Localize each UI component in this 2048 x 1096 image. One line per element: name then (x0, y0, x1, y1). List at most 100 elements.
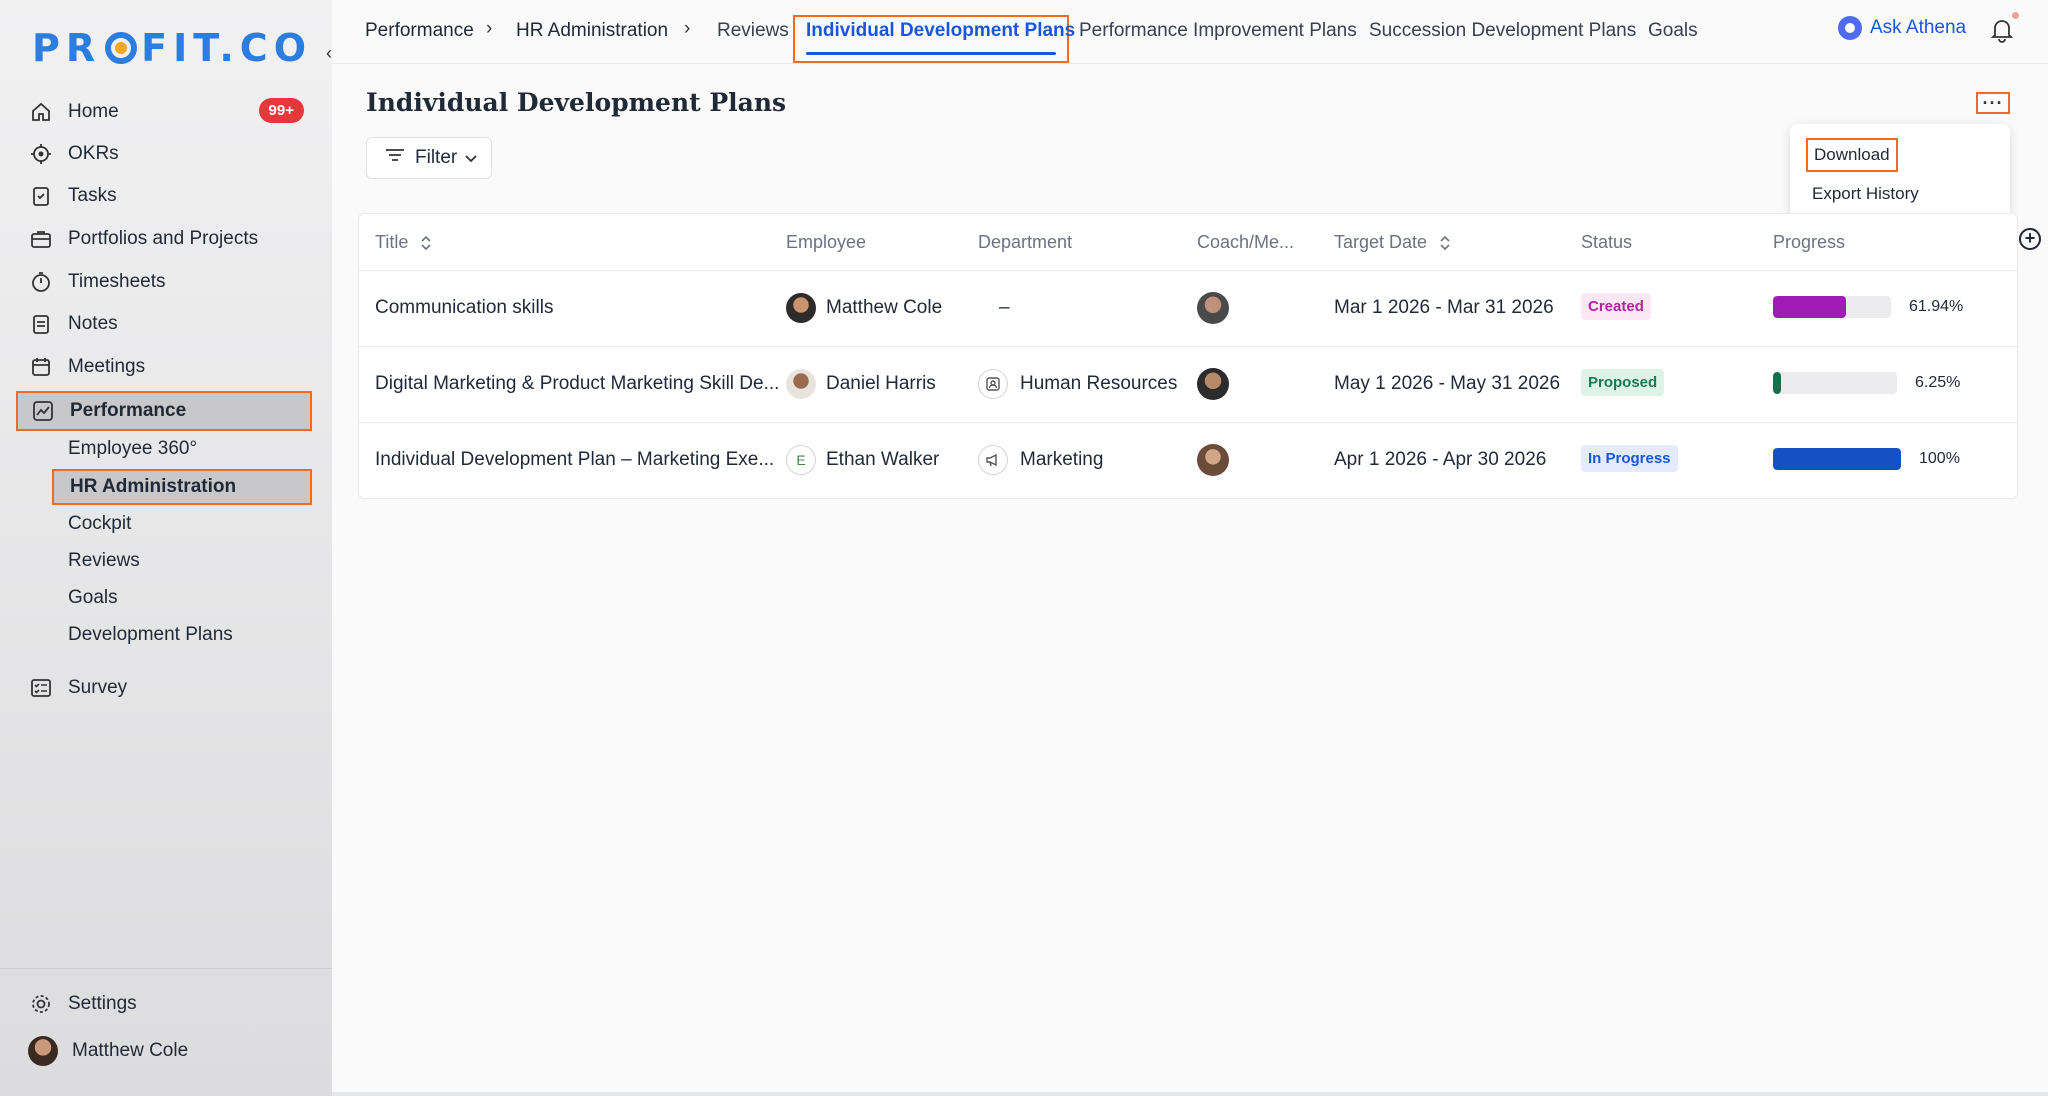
profit-co-logo[interactable]: PR FIT.CO (32, 26, 312, 70)
row-status: In Progress (1581, 445, 1678, 472)
sidebar-subitem-hr-administration[interactable]: HR Administration (52, 469, 312, 505)
progress-bar (1773, 296, 1891, 318)
development-plans-table: Title Employee Department Coach/Me... Ta… (358, 213, 2041, 499)
logo-o-icon (105, 32, 138, 64)
stopwatch-icon (30, 271, 52, 293)
employee-avatar (786, 369, 816, 399)
logo-text-left: PR (32, 26, 102, 70)
menu-item-export-history[interactable]: Export History (1812, 184, 1919, 204)
chevron-down-icon (465, 147, 477, 169)
row-title[interactable]: Communication skills (375, 297, 553, 319)
breadcrumb-performance[interactable]: Performance (365, 20, 474, 42)
row-title[interactable]: Digital Marketing & Product Marketing Sk… (375, 373, 779, 395)
row-status: Proposed (1581, 369, 1665, 396)
sidebar-item-okrs[interactable]: OKRs (16, 134, 312, 174)
filter-button[interactable]: Filter (366, 137, 492, 179)
target-icon (30, 143, 52, 165)
row-coach (1197, 292, 1229, 324)
department-name: Marketing (1020, 449, 1104, 470)
column-header-coach: Coach/Me... (1197, 232, 1295, 252)
notes-icon (30, 313, 52, 335)
sidebar-user-profile[interactable]: Matthew Cole (16, 1031, 312, 1071)
id-badge-icon (978, 369, 1008, 399)
sidebar-item-tasks[interactable]: Tasks (16, 176, 312, 216)
sidebar-item-label: Timesheets (68, 271, 166, 292)
breadcrumb-hr-administration[interactable]: HR Administration (516, 20, 668, 42)
top-navigation: Performance › HR Administration › Review… (332, 0, 2048, 64)
coach-avatar (1197, 368, 1229, 400)
table-row[interactable]: Communication skills Matthew Cole – Mar … (359, 270, 2017, 346)
sort-icon[interactable] (420, 234, 432, 252)
sidebar-subitem-reviews[interactable]: Reviews (52, 543, 312, 579)
sidebar-item-portfolios[interactable]: Portfolios and Projects (16, 219, 312, 259)
sidebar-item-settings[interactable]: Settings (16, 984, 312, 1024)
home-icon (30, 101, 52, 123)
tab-reviews[interactable]: Reviews (717, 20, 789, 42)
progress-bar-fill (1773, 296, 1847, 318)
bell-icon[interactable] (1988, 16, 2016, 44)
sidebar-item-meetings[interactable]: Meetings (16, 347, 312, 387)
column-header-progress: Progress (1773, 232, 1846, 252)
more-options-button[interactable]: ··· (1976, 92, 2010, 114)
row-coach (1197, 444, 1229, 476)
logo-text-right: FIT.CO (141, 26, 312, 70)
add-column-icon[interactable]: + (2019, 228, 2041, 250)
page-title: Individual Development Plans (366, 88, 787, 117)
sidebar-item-label: Survey (68, 677, 128, 698)
row-target-date: Mar 1 2026 - Mar 31 2026 (1334, 297, 1554, 318)
row-employee: Matthew Cole (786, 293, 942, 323)
tab-goals[interactable]: Goals (1648, 20, 1698, 42)
active-tab-underline (806, 52, 1056, 55)
sidebar-item-home[interactable]: Home 99+ (16, 92, 312, 132)
sidebar-item-label: Settings (68, 993, 137, 1014)
employee-name: Matthew Cole (826, 297, 943, 318)
row-department: Human Resources (978, 369, 1177, 399)
sidebar-subitem-goals[interactable]: Goals (52, 580, 312, 616)
row-coach (1197, 368, 1229, 400)
progress-bar-fill (1773, 448, 1901, 470)
sidebar-item-notes[interactable]: Notes (16, 304, 312, 344)
sidebar-item-timesheets[interactable]: Timesheets (16, 262, 312, 302)
briefcase-icon (30, 228, 52, 250)
column-header-status: Status (1581, 232, 1633, 252)
row-progress: 61.94% (1773, 296, 1963, 318)
column-header-title[interactable]: Title (375, 232, 432, 253)
department-name: Human Resources (1020, 373, 1178, 394)
sidebar-item-label: Meetings (68, 356, 146, 377)
progress-percent: 6.25% (1915, 374, 1961, 391)
tab-individual-development-plans[interactable]: Individual Development Plans (806, 20, 1075, 42)
sidebar-subitem-development-plans[interactable]: Development Plans (52, 617, 312, 653)
ask-athena-button[interactable]: Ask Athena (1838, 16, 1966, 40)
row-target-date: Apr 1 2026 - Apr 30 2026 (1334, 449, 1547, 470)
gear-icon (30, 993, 52, 1015)
more-options-menu: Download Export History (1790, 124, 2010, 224)
table-row[interactable]: Individual Development Plan – Marketing … (359, 422, 2017, 498)
sort-icon[interactable] (1439, 234, 1451, 252)
column-header-target-date[interactable]: Target Date (1334, 232, 1451, 253)
table-row[interactable]: Digital Marketing & Product Marketing Sk… (359, 346, 2017, 422)
sidebar-item-label: OKRs (68, 143, 119, 164)
row-progress: 6.25% (1773, 372, 1960, 394)
row-employee: E Ethan Walker (786, 445, 939, 475)
status-badge: Proposed (1581, 369, 1665, 396)
status-badge: In Progress (1581, 445, 1678, 472)
row-title[interactable]: Individual Development Plan – Marketing … (375, 449, 774, 471)
sidebar-subitem-cockpit[interactable]: Cockpit (52, 506, 312, 542)
sidebar-item-label: Notes (68, 313, 118, 334)
tab-succession-development-plans[interactable]: Succession Development Plans (1369, 20, 1636, 42)
clipboard-check-icon (30, 185, 52, 207)
menu-item-download[interactable]: Download (1806, 138, 1898, 172)
breadcrumb-separator: › (486, 18, 493, 39)
row-target-date: May 1 2026 - May 31 2026 (1334, 373, 1561, 394)
employee-avatar (786, 293, 816, 323)
sidebar-subitem-employee-360[interactable]: Employee 360° (52, 431, 312, 467)
row-status: Created (1581, 293, 1651, 320)
sidebar-item-label: Home (68, 101, 119, 122)
sidebar-item-label: Portfolios and Projects (68, 228, 259, 249)
tab-performance-improvement-plans[interactable]: Performance Improvement Plans (1079, 20, 1357, 42)
sidebar-item-survey[interactable]: Survey (16, 668, 312, 708)
coach-avatar (1197, 444, 1229, 476)
column-header-employee: Employee (786, 232, 867, 252)
sidebar-item-performance[interactable]: Performance (16, 391, 312, 431)
calendar-icon (30, 356, 52, 378)
